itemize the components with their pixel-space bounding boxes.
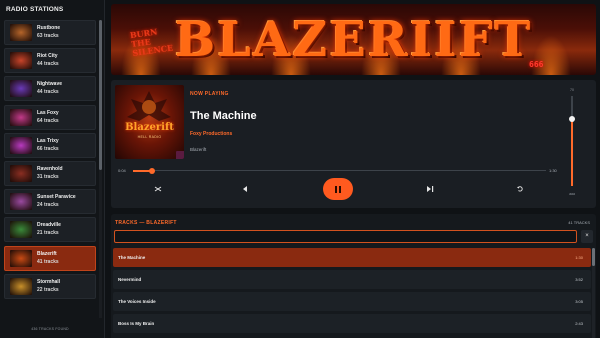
station-thumbnail	[10, 80, 32, 98]
station-thumbnail	[10, 164, 32, 182]
track-row-duration: 1:30	[575, 255, 583, 260]
time-current: 0:04	[118, 168, 126, 173]
track-row-duration: 3:05	[575, 299, 583, 304]
repeat-button[interactable]	[514, 185, 526, 196]
station-track-count: 31 tracks	[37, 173, 59, 180]
volume-handle[interactable]	[569, 115, 575, 122]
station-track-count: 22 tracks	[37, 286, 59, 293]
station-thumbnail	[10, 136, 32, 154]
volume-max-label: 70	[570, 88, 574, 92]
station-track-count: 44 tracks	[37, 89, 59, 96]
track-row[interactable]: Boss Is My Brain 2:43	[113, 314, 591, 333]
track-artist[interactable]: Foxy Productions	[190, 131, 232, 137]
station-item[interactable]: Stormhall 22 tracks	[4, 273, 96, 299]
now-playing-panel: Blazerift HELL RADIO NOW PLAYING The Mac…	[111, 80, 596, 208]
station-name: Sunset Paravice	[37, 194, 76, 201]
repeat-icon	[517, 186, 523, 192]
track-row-title: The Machine	[118, 255, 146, 260]
tracks-scroll-thumb[interactable]	[592, 248, 595, 266]
station-item[interactable]: Las Trixy 66 tracks	[4, 132, 96, 158]
sidebar-title: RADIO STATIONS	[6, 6, 64, 13]
track-row[interactable]: The Machine 1:30	[113, 248, 591, 267]
volume-min-label: aaa	[569, 192, 575, 196]
cover-badge-icon	[176, 151, 184, 159]
shuffle-icon	[154, 186, 162, 192]
volume-fill	[571, 118, 573, 186]
now-playing-label: NOW PLAYING	[190, 91, 229, 97]
station-banner: BURN THE SILENCE BLAZERIIFT 666	[111, 4, 596, 75]
shuffle-button[interactable]	[152, 185, 164, 196]
station-item[interactable]: Nightwave 44 tracks	[4, 76, 96, 102]
station-name: Blazerift	[37, 250, 57, 257]
sidebar-scroll-thumb[interactable]	[99, 20, 102, 170]
tracks-count: 41 TRACKS	[568, 220, 590, 225]
station-item[interactable]: Ravenhold 31 tracks	[4, 160, 96, 186]
station-track-count: 66 tracks	[37, 145, 59, 152]
station-track-count: 21 tracks	[37, 230, 59, 237]
track-row-title: Boss Is My Brain	[118, 321, 155, 326]
track-row-duration: 2:43	[575, 321, 583, 326]
station-item[interactable]: Sunset Paravice 24 tracks	[4, 189, 96, 215]
progress-bar[interactable]	[133, 170, 546, 171]
track-row[interactable]: Nevermind 3:52	[113, 270, 591, 289]
banner-number: 666	[529, 60, 544, 69]
station-name: Stormhall	[37, 278, 61, 285]
station-item[interactable]: Blazerift 41 tracks	[4, 245, 96, 271]
track-album: Blazerift	[190, 147, 207, 152]
radio-app: RADIO STATIONS Rustbone 63 tracks Riot Cit…	[0, 0, 600, 338]
track-row-title: The Voices Inside	[118, 299, 156, 304]
track-row-title: Nevermind	[118, 277, 142, 282]
next-icon	[427, 186, 434, 192]
track-title: The Machine	[190, 110, 257, 122]
cover-subtitle: HELL RADIO	[137, 135, 162, 139]
station-item[interactable]: Riot City 44 tracks	[4, 48, 96, 74]
track-search[interactable]	[114, 230, 577, 249]
station-track-count: 63 tracks	[37, 33, 59, 39]
track-row[interactable]: The Voices Inside 3:05	[113, 292, 591, 311]
clear-search-button[interactable]: ×	[581, 230, 593, 243]
tracks-header: TRACKS — BLAZERIFT	[115, 220, 177, 226]
station-name: Nightwave	[37, 81, 63, 88]
station-thumbnail	[10, 249, 32, 267]
previous-button[interactable]	[239, 185, 251, 196]
track-row-duration: 3:52	[575, 277, 583, 282]
tracks-found-label: 436 TRACKS FOUND	[31, 327, 69, 331]
pause-icon	[334, 185, 337, 193]
track-search-input[interactable]	[115, 237, 576, 249]
station-track-count: 64 tracks	[37, 117, 59, 124]
station-thumbnail	[10, 193, 32, 211]
station-thumbnail	[10, 52, 32, 70]
station-list: Rustbone 63 tracks Riot City 44 tracks Night…	[4, 20, 96, 302]
station-name: Ravenhold	[37, 165, 63, 172]
station-item[interactable]: Las Foxy 64 tracks	[4, 104, 96, 130]
station-name: Riot City	[37, 53, 58, 60]
station-name: Las Trixy	[37, 137, 59, 144]
station-thumbnail	[10, 221, 32, 239]
station-thumbnail	[10, 108, 32, 126]
cover-title: Blazerift	[125, 122, 174, 133]
station-track-count: 44 tracks	[37, 61, 59, 68]
station-track-count: 41 tracks	[37, 258, 59, 265]
station-thumbnail	[10, 24, 32, 41]
station-item[interactable]: Dreadville 21 tracks	[4, 217, 96, 243]
station-name: Rustbone	[37, 25, 61, 31]
progress-handle[interactable]	[148, 167, 155, 174]
station-name: Dreadville	[37, 222, 61, 229]
time-total: 1:30	[549, 168, 557, 173]
station-name: Las Foxy	[37, 109, 59, 116]
station-thumbnail	[10, 277, 32, 295]
sidebar: RADIO STATIONS Rustbone 63 tracks Riot Cit…	[0, 0, 105, 338]
banner-title: BLAZERIIFT	[174, 12, 533, 68]
station-track-count: 24 tracks	[37, 202, 59, 209]
tracks-panel: TRACKS — BLAZERIFT 41 TRACKS × The Machi…	[111, 214, 596, 338]
next-button[interactable]	[424, 185, 436, 196]
station-item[interactable]: Rustbone 63 tracks	[4, 20, 96, 45]
album-cover: Blazerift HELL RADIO	[115, 85, 184, 159]
pause-button[interactable]	[323, 178, 353, 200]
previous-icon	[243, 186, 247, 192]
